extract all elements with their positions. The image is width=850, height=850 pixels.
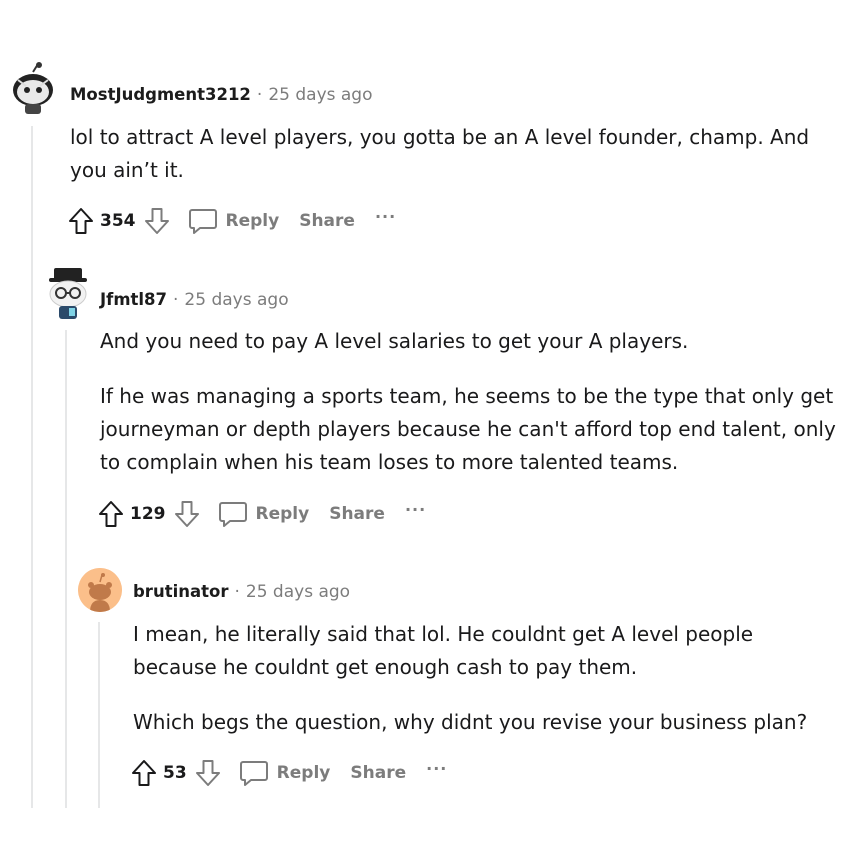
separator-dot: · xyxy=(173,290,179,310)
username[interactable]: brutinator xyxy=(133,582,228,601)
thread-line-level-2[interactable] xyxy=(65,330,67,808)
more-options-button[interactable]: ··· xyxy=(405,500,426,519)
snoo-avatar-icon xyxy=(13,62,53,114)
comment-actions: 53 Reply Share ··· xyxy=(131,757,447,789)
comment-actions: 129 Reply Share ··· xyxy=(98,498,426,530)
timestamp[interactable]: 25 days ago xyxy=(268,85,372,105)
reply-button[interactable]: Reply xyxy=(256,504,310,524)
vote-count: 354 xyxy=(100,211,136,231)
separator-dot: · xyxy=(256,85,263,105)
user-avatar[interactable] xyxy=(45,264,91,320)
upvote-icon[interactable] xyxy=(98,500,124,528)
default-snoo-avatar-icon xyxy=(78,568,122,612)
share-button[interactable]: Share xyxy=(350,763,406,783)
reply-button[interactable]: Reply xyxy=(226,211,280,231)
snoo-avatar-icon xyxy=(49,268,87,319)
thread-line-level-3[interactable] xyxy=(98,622,100,808)
timestamp[interactable]: 25 days ago xyxy=(246,582,350,602)
upvote-icon[interactable] xyxy=(68,207,94,235)
user-avatar[interactable] xyxy=(10,62,56,116)
comment-actions: 354 Reply Share ··· xyxy=(68,205,396,237)
vote-count: 53 xyxy=(163,763,187,783)
comment-meta: brutinator · 25 days ago xyxy=(133,582,350,602)
comment-meta: Jfmtl87 · 25 days ago xyxy=(100,290,289,310)
comment-paragraph: If he was managing a sports team, he see… xyxy=(100,384,836,474)
separator-dot: · xyxy=(234,582,240,602)
share-button[interactable]: Share xyxy=(299,211,355,231)
vote-count: 129 xyxy=(130,504,166,524)
more-options-button[interactable]: ··· xyxy=(426,759,447,778)
comment-paragraph: Which begs the question, why didnt you r… xyxy=(133,710,808,734)
username[interactable]: Jfmtl87 xyxy=(100,290,167,309)
reply-icon[interactable] xyxy=(188,207,218,235)
reply-icon[interactable] xyxy=(218,500,248,528)
username[interactable]: MostJudgment3212 xyxy=(70,85,251,104)
comment-paragraph: And you need to pay A level salaries to … xyxy=(100,329,689,353)
comment-body: lol to attract A level players, you gott… xyxy=(70,121,830,187)
more-options-button[interactable]: ··· xyxy=(375,207,396,226)
thread-line-level-1[interactable] xyxy=(31,126,33,808)
comment-body: And you need to pay A level salaries to … xyxy=(100,325,845,479)
comment-body: I mean, he literally said that lol. He c… xyxy=(133,618,833,739)
user-avatar[interactable] xyxy=(78,568,122,612)
downvote-icon[interactable] xyxy=(174,500,200,528)
comment-paragraph: I mean, he literally said that lol. He c… xyxy=(133,622,754,679)
timestamp[interactable]: 25 days ago xyxy=(184,290,288,310)
downvote-icon[interactable] xyxy=(144,207,170,235)
downvote-icon[interactable] xyxy=(195,759,221,787)
share-button[interactable]: Share xyxy=(329,504,385,524)
upvote-icon[interactable] xyxy=(131,759,157,787)
comment-meta: MostJudgment3212 · 25 days ago xyxy=(70,85,373,105)
reply-button[interactable]: Reply xyxy=(277,763,331,783)
reply-icon[interactable] xyxy=(239,759,269,787)
comment-paragraph: lol to attract A level players, you gott… xyxy=(70,125,810,182)
